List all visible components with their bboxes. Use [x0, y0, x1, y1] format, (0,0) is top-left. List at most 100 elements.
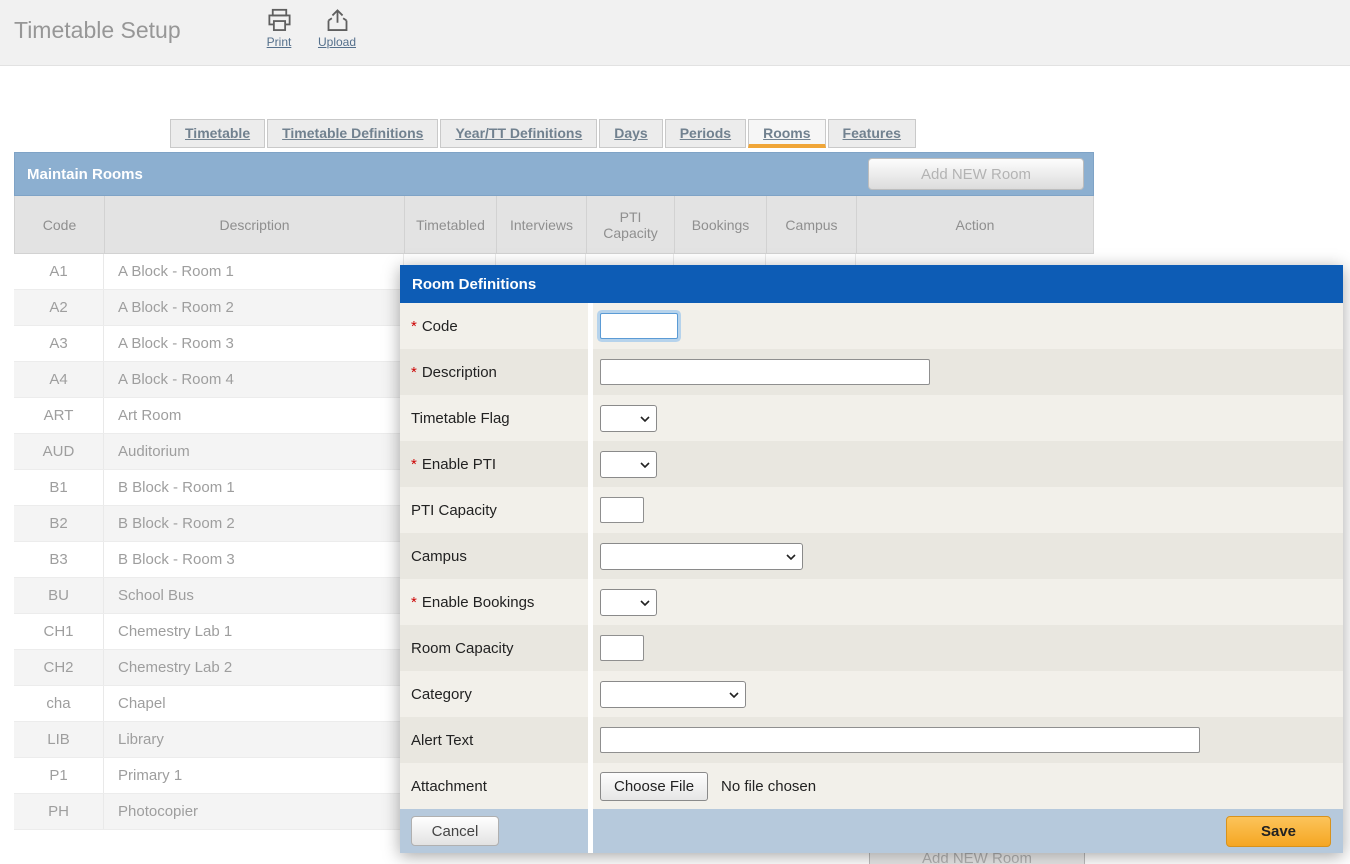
room-code-cell: B3 [14, 542, 104, 577]
field-label-text: Description [422, 364, 497, 381]
tab-year-tt-definitions[interactable]: Year/TT Definitions [440, 119, 597, 148]
field-label-room-capacity: Room Capacity [400, 625, 593, 671]
campus-select[interactable] [600, 543, 803, 570]
field-label-description: *Description [400, 349, 593, 395]
tab-label: Timetable Definitions [282, 125, 423, 141]
field-label-text: Enable Bookings [422, 594, 535, 611]
room-code-cell: A4 [14, 362, 104, 397]
field-row-enable-bookings: * Enable Bookings [400, 579, 1343, 625]
field-cell-enable-bookings [593, 579, 1343, 625]
file-status-text: No file chosen [721, 778, 816, 795]
enable-bookings-select[interactable] [600, 589, 657, 616]
dialog-title: Room Definitions [412, 276, 536, 293]
chevron-down-icon [640, 409, 650, 427]
chevron-down-icon [640, 455, 650, 473]
choose-file-button[interactable]: Choose File [600, 772, 708, 801]
table-title-bar: Maintain Rooms Add NEW Room [14, 152, 1094, 196]
print-label: Print [252, 35, 306, 49]
field-label-text: Room Capacity [411, 640, 514, 657]
room-description-cell: Library [104, 722, 404, 757]
field-label-code: * Code [400, 303, 593, 349]
field-label-text: Enable PTI [422, 456, 496, 473]
field-cell-pti-capacity [593, 487, 1343, 533]
field-row-timetable-flag: Timetable Flag [400, 395, 1343, 441]
room-code-cell: ART [14, 398, 104, 433]
upload-icon [310, 7, 364, 34]
top-bar: Timetable Setup Print Upload [0, 0, 1350, 66]
tab-rooms[interactable]: Rooms [748, 119, 825, 148]
chevron-down-icon [786, 547, 796, 565]
field-cell-attachment: Choose File No file chosen [593, 763, 1343, 809]
field-row-description: *Description [400, 349, 1343, 395]
category-select[interactable] [600, 681, 746, 708]
room-description-cell: Chapel [104, 686, 404, 721]
field-row-room-capacity: Room Capacity [400, 625, 1343, 671]
room-description-cell: School Bus [104, 578, 404, 613]
room-description-cell: A Block - Room 3 [104, 326, 404, 361]
room-code-cell: CH1 [14, 614, 104, 649]
code-input[interactable] [600, 313, 678, 339]
upload-label: Upload [310, 35, 364, 49]
field-label-text: Code [422, 318, 458, 335]
room-description-cell: A Block - Room 4 [104, 362, 404, 397]
field-cell-room-capacity [593, 625, 1343, 671]
room-code-cell: PH [14, 794, 104, 829]
room-description-cell: Chemestry Lab 2 [104, 650, 404, 685]
room-code-cell: LIB [14, 722, 104, 757]
print-icon [252, 7, 306, 34]
field-label-text: Alert Text [411, 732, 473, 749]
add-new-room-button-top[interactable]: Add NEW Room [868, 158, 1084, 190]
room-description-cell: Auditorium [104, 434, 404, 469]
column-header-interviews: Interviews [497, 196, 587, 253]
room-code-cell: P1 [14, 758, 104, 793]
room-code-cell: A3 [14, 326, 104, 361]
field-row-category: Category [400, 671, 1343, 717]
required-marker: * [411, 594, 417, 611]
room-description-cell: Primary 1 [104, 758, 404, 793]
tab-label: Timetable [185, 125, 250, 141]
save-button[interactable]: Save [1226, 816, 1331, 847]
tab-days[interactable]: Days [599, 119, 662, 148]
field-row-campus: Campus [400, 533, 1343, 579]
field-row-attachment: AttachmentChoose FileNo file chosen [400, 763, 1343, 809]
dialog-footer-right: Save [593, 809, 1343, 853]
column-header-action: Action [857, 196, 1093, 253]
room-code-cell: A2 [14, 290, 104, 325]
column-header-description: Description [105, 196, 405, 253]
field-label-alert-text: Alert Text [400, 717, 593, 763]
tab-features[interactable]: Features [828, 119, 916, 148]
field-cell-timetable-flag [593, 395, 1343, 441]
room-description-cell: A Block - Room 1 [104, 254, 404, 289]
field-row-alert-text: Alert Text [400, 717, 1343, 763]
tab-label: Year/TT Definitions [455, 125, 582, 141]
print-button[interactable]: Print [252, 7, 306, 49]
description-input[interactable] [600, 359, 930, 385]
tab-label: Rooms [763, 125, 810, 141]
field-cell-category [593, 671, 1343, 717]
enable-pti-select[interactable] [600, 451, 657, 478]
column-header-bookings: Bookings [675, 196, 767, 253]
timetable-flag-select[interactable] [600, 405, 657, 432]
pti-capacity-input[interactable] [600, 497, 644, 523]
timetable-setup-page: Timetable Setup Print Upload [0, 0, 1350, 864]
room-description-cell: Chemestry Lab 1 [104, 614, 404, 649]
dialog-title-bar: Room Definitions [400, 265, 1343, 303]
tab-bar: Timetable Timetable Definitions Year/TT De… [170, 119, 918, 148]
room-code-cell: B1 [14, 470, 104, 505]
field-label-enable-pti: *Enable PTI [400, 441, 593, 487]
cancel-button[interactable]: Cancel [411, 816, 499, 846]
tab-label: Periods [680, 125, 731, 141]
table-header-row: CodeDescriptionTimetabledInterviewsPTI C… [14, 196, 1094, 254]
dialog-footer: Cancel Save [400, 809, 1343, 853]
field-label-pti-capacity: PTI Capacity [400, 487, 593, 533]
room-capacity-input[interactable] [600, 635, 644, 661]
field-label-campus: Campus [400, 533, 593, 579]
tab-timetable[interactable]: Timetable [170, 119, 265, 148]
tab-timetable-definitions[interactable]: Timetable Definitions [267, 119, 438, 148]
room-code-cell: BU [14, 578, 104, 613]
required-marker: * [411, 318, 417, 335]
tab-periods[interactable]: Periods [665, 119, 746, 148]
chevron-down-icon [729, 685, 739, 703]
alert-text-input[interactable] [600, 727, 1200, 753]
upload-button[interactable]: Upload [310, 7, 364, 49]
